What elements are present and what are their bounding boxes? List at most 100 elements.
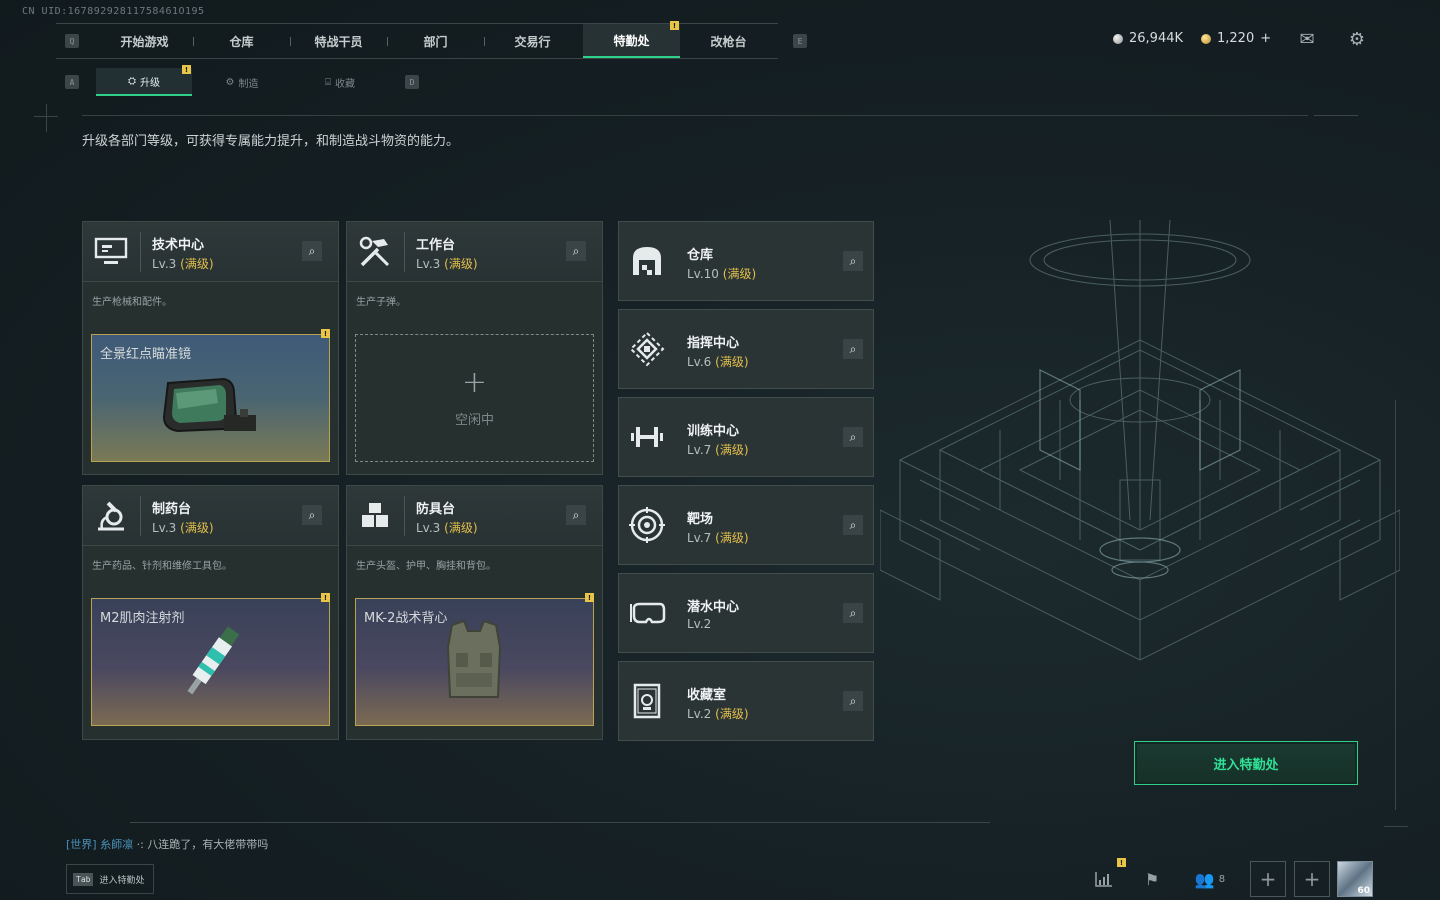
subtab-craft[interactable]: ⚙ 制造 [194, 68, 290, 96]
craft-slot-item[interactable]: M2肌肉注射剂 ! [91, 593, 330, 726]
header-divider [82, 115, 1308, 116]
search-icon[interactable]: ⌕ [302, 505, 322, 525]
tab-alert-badge: ! [670, 21, 679, 30]
mail-icon[interactable]: ✉ [1296, 29, 1318, 50]
tactical-vest-image [446, 619, 502, 698]
station-card-workbench[interactable]: 工作台 Lv.3 (满级) ⌕ 生产子弹。 + 空闲中 [346, 221, 603, 475]
station-header: 工作台 Lv.3 (满级) ⌕ [347, 222, 602, 282]
station-name: 防具台 [416, 502, 456, 517]
department-card-training[interactable]: 训练中心 Lv.7 (满级) ⌕ [618, 397, 874, 477]
gold-currency[interactable]: 1,220 + [1201, 31, 1271, 46]
department-level: Lv.7 (满级) [687, 443, 749, 457]
add-currency-button[interactable]: + [1260, 31, 1271, 46]
search-icon[interactable]: ⌕ [843, 603, 863, 623]
frame-decoration [46, 104, 47, 132]
craft-slot-item[interactable]: MK-2战术背心 ! [355, 593, 594, 726]
craft-slot-empty[interactable]: + 空闲中 [355, 334, 594, 462]
tab-operators[interactable]: 特战干员 [290, 24, 387, 58]
department-card-warehouse[interactable]: 仓库 Lv.10 (满级) ⌕ [618, 221, 874, 301]
subtab-collect[interactable]: ⌸ 收藏 [292, 68, 388, 96]
department-level: Lv.7 (满级) [687, 531, 749, 545]
search-icon[interactable]: ⌕ [843, 339, 863, 359]
department-name: 指挥中心 [687, 336, 740, 351]
chat-user[interactable]: 糸師凛 [100, 838, 133, 851]
station-level: Lv.3 (满级) [152, 257, 214, 271]
chat-separator: ·: [136, 838, 144, 851]
subnav-key-right: D [405, 75, 419, 89]
tab-departments[interactable]: 部门 [387, 24, 484, 58]
header-divider-line [404, 496, 405, 536]
stats-icon[interactable] [1093, 862, 1115, 896]
header-divider-line [140, 232, 141, 272]
chat-text: 八连跪了，有大佬带带吗 [147, 838, 269, 851]
enter-special-ops-button[interactable]: 进入特勤处 [1134, 741, 1358, 785]
add-slot-button[interactable]: + [1294, 861, 1330, 897]
search-icon[interactable]: ⌕ [566, 241, 586, 261]
craft-item-name: 全景红点瞄准镜 [100, 347, 192, 362]
search-icon[interactable]: ⌕ [843, 251, 863, 271]
command-icon [628, 330, 666, 368]
uid-label: CN UID:16789292811758461O195 [22, 6, 205, 17]
collect-icon: ⌸ [325, 76, 331, 88]
silver-currency[interactable]: 26,944K [1113, 31, 1183, 46]
frame-decoration [130, 822, 990, 823]
tab-warehouse[interactable]: 仓库 [193, 24, 290, 58]
department-card-range[interactable]: 靶场 Lv.7 (满级) ⌕ [618, 485, 874, 565]
tab-special-ops[interactable]: 特勤处! [583, 21, 680, 58]
department-name: 靶场 [687, 512, 714, 527]
friends-icon: 👥 [1194, 869, 1215, 889]
computer-icon [93, 234, 129, 270]
main-nav: Q 开始游戏 仓库 特战干员 部门 交易行 特勤处! 改枪台 E [56, 21, 807, 59]
tab-hint[interactable]: Tab 进入特勤处 [66, 864, 154, 894]
plus-icon: + [461, 365, 488, 400]
friends-button[interactable]: 👥 8 [1193, 862, 1227, 896]
frame-decoration [1384, 826, 1408, 827]
tab-trade[interactable]: 交易行 [484, 24, 581, 58]
station-card-armor[interactable]: 防具台 Lv.3 (满级) ⌕ 生产头盔、护甲、胸挂和背包。 MK-2战术背心 … [346, 485, 603, 740]
station-info: 生产枪械和配件。 [92, 297, 172, 308]
station-card-tech-center[interactable]: 技术中心 Lv.3 (满级) ⌕ 生产枪械和配件。 全景红点瞄准镜 ! [82, 221, 339, 475]
stats-alert-badge: ! [1117, 858, 1126, 867]
station-name: 工作台 [416, 238, 456, 253]
tab-gunsmith[interactable]: 改枪台 [680, 24, 777, 58]
department-card-collection[interactable]: 收藏室 Lv.2 (满级) ⌕ [618, 661, 874, 741]
slot-idle-label: 空闲中 [454, 413, 494, 428]
add-slot-button[interactable]: + [1250, 861, 1286, 897]
tools-icon [357, 234, 393, 270]
station-level: Lv.3 (满级) [152, 521, 214, 535]
tab-separator [387, 37, 388, 46]
department-level: Lv.6 (满级) [687, 355, 749, 369]
station-level: Lv.3 (满级) [416, 257, 478, 271]
chat-message[interactable]: [世界] 糸師凛 ·: 八连跪了，有大佬带带吗 [66, 836, 268, 852]
red-dot-sight-image [162, 377, 256, 433]
tab-separator [484, 37, 485, 46]
department-card-command[interactable]: 指挥中心 Lv.6 (满级) ⌕ [618, 309, 874, 389]
search-icon[interactable]: ⌕ [843, 515, 863, 535]
station-card-pharmacy[interactable]: 制药台 Lv.3 (满级) ⌕ 生产药品、针剂和维修工具包。 M2肌肉注射剂 ! [82, 485, 339, 740]
avatar-level: 60 [1357, 886, 1370, 896]
search-icon[interactable]: ⌕ [302, 241, 322, 261]
department-name: 收藏室 [687, 688, 727, 703]
blocks-icon [357, 498, 393, 534]
page-description: 升级各部门等级，可获得专属能力提升，和制造战斗物资的能力。 [82, 134, 460, 149]
tab-start-game[interactable]: 开始游戏 [96, 24, 193, 58]
target-icon [628, 506, 666, 544]
craft-slot-item[interactable]: 全景红点瞄准镜 ! [91, 329, 330, 462]
gear-icon[interactable]: ⚙ [1346, 29, 1368, 50]
flag-icon[interactable]: ⚑ [1141, 862, 1163, 896]
nav-key-right: E [793, 34, 807, 48]
subtab-upgrade[interactable]: ⛭ 升级 ! [96, 65, 192, 96]
slot-alert-badge: ! [321, 593, 330, 602]
slot-alert-badge: ! [321, 329, 330, 338]
search-icon[interactable]: ⌕ [566, 505, 586, 525]
search-icon[interactable]: ⌕ [843, 427, 863, 447]
sub-nav: A ⛭ 升级 ! ⚙ 制造 ⌸ 收藏 D [62, 65, 422, 96]
avatar[interactable]: 60 [1337, 861, 1373, 897]
station-level: Lv.3 (满级) [416, 521, 478, 535]
station-header: 技术中心 Lv.3 (满级) ⌕ [83, 222, 338, 282]
tab-separator [193, 37, 194, 46]
search-icon[interactable]: ⌕ [843, 691, 863, 711]
station-header: 防具台 Lv.3 (满级) ⌕ [347, 486, 602, 546]
department-card-diving[interactable]: 潜水中心 Lv.2 ⌕ [618, 573, 874, 653]
friends-count: 8 [1218, 873, 1226, 885]
